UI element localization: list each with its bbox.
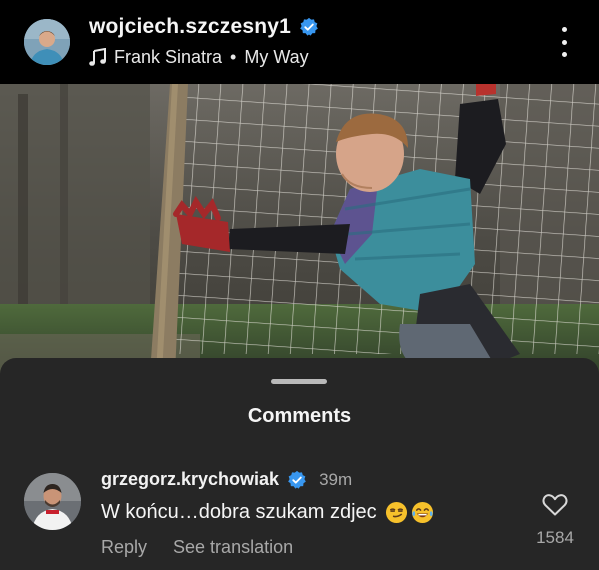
see-translation-button[interactable]: See translation [173,537,293,558]
commenter-username[interactable]: grzegorz.krychowiak [101,469,279,490]
verified-badge-icon [300,17,318,36]
comment-text: W końcu…dobra szukam zdjec [101,501,434,524]
audio-track: My Way [244,47,309,67]
more-options-icon[interactable] [553,27,575,57]
verified-badge-icon [288,470,306,489]
reel-screen: wojciech.szczesny1 Frank Sinatra • My Wa… [0,0,599,570]
tears-of-joy-emoji [411,501,433,524]
comment-timestamp: 39m [319,469,353,489]
reply-button[interactable]: Reply [101,537,147,558]
music-note-icon [89,48,106,66]
comments-sheet: Comments grzegorz.krychowiak 39m W końcu… [0,358,599,570]
smirking-face-emoji [385,501,407,524]
comment-actions: Reply See translation [101,537,293,558]
audio-attribution[interactable]: Frank Sinatra • My Way [89,47,309,68]
heart-outline-icon[interactable] [542,493,568,517]
author-avatar[interactable] [24,19,70,65]
audio-artist: Frank Sinatra [114,47,223,67]
commenter-avatar[interactable] [24,473,81,530]
author-username[interactable]: wojciech.szczesny1 [89,15,291,39]
comment-item: grzegorz.krychowiak 39m W końcu…dobra sz… [0,458,599,570]
drag-handle[interactable] [271,379,327,384]
like-count: 1584 [536,528,574,547]
post-header: wojciech.szczesny1 Frank Sinatra • My Wa… [0,0,599,84]
comments-title: Comments [247,405,352,427]
post-image[interactable] [0,84,599,374]
audio-separator: • [230,47,237,67]
comment-body: W końcu…dobra szukam zdjec [101,501,377,523]
